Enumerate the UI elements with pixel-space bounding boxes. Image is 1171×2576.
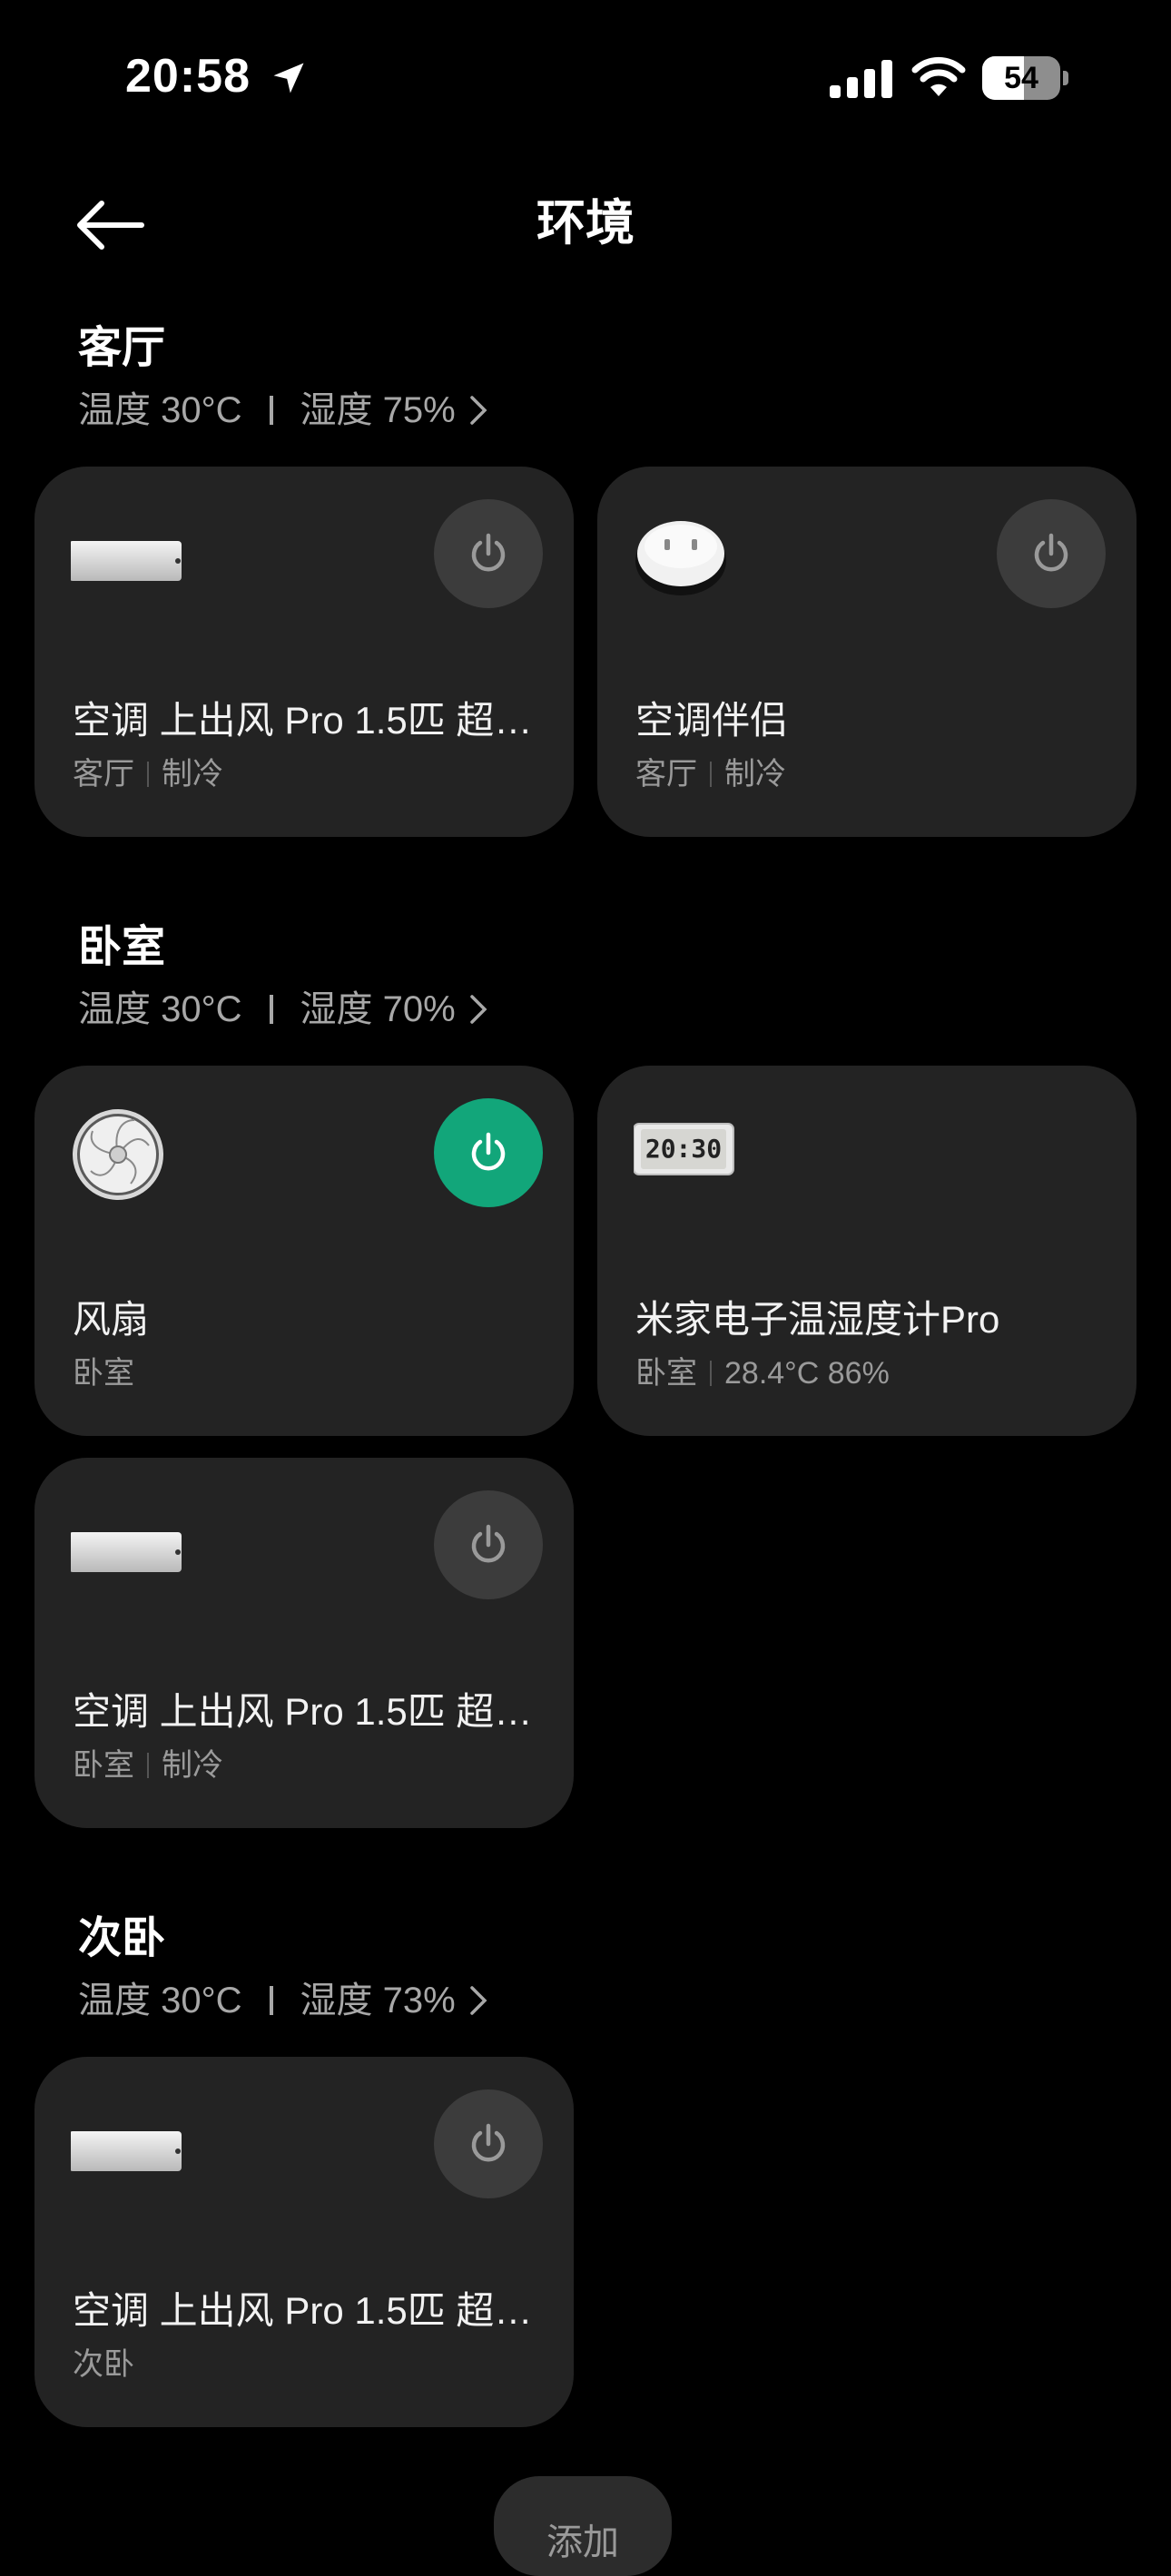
device-name: 风扇 — [73, 1298, 150, 1341]
thermometer-display-icon: 20:30 — [634, 1123, 734, 1175]
power-icon — [471, 1524, 506, 1563]
power-icon — [471, 2123, 506, 2162]
device-card-ac[interactable]: 空调 上出风 Pro 1.5匹 超一级能效 卧室制冷 — [34, 1458, 574, 1828]
room-temperature: 温度 30°C — [78, 989, 242, 1029]
room-temperature: 温度 30°C — [78, 1981, 242, 2020]
device-subtitle: 卧室 制冷 — [73, 1745, 223, 1786]
room-climate-summary[interactable]: 温度 30°C 湿度 73% — [78, 1973, 490, 2028]
device-subtitle: 卧室 28.4°C 86% — [635, 1352, 890, 1394]
device-card-ac[interactable]: 空调 上出风 Pro 1.5匹 超一级能效 次卧 — [34, 2057, 574, 2427]
device-status: 28.4°C 86% — [724, 1356, 890, 1391]
add-device-bubble[interactable]: 添加 — [494, 2476, 672, 2576]
device-room: 次卧 — [73, 2347, 134, 2382]
room-name: 客厅 — [78, 324, 166, 372]
chevron-right-icon — [469, 396, 487, 425]
battery-level: 54 — [1004, 61, 1038, 95]
room-humidity: 湿度 70% — [300, 989, 456, 1029]
fan-icon — [73, 1109, 163, 1200]
device-subtitle: 次卧 — [73, 2344, 134, 2385]
room-name: 次卧 — [78, 1914, 166, 1962]
page-title: 环境 — [536, 196, 635, 251]
device-name: 空调 上出风 Pro 1.5匹 超一级能效 — [73, 2289, 545, 2332]
chevron-right-icon — [469, 995, 487, 1024]
device-name: 空调伴侣 — [635, 699, 789, 742]
device-status: 制冷 — [162, 1748, 223, 1783]
device-subtitle: 卧室 — [73, 1352, 134, 1394]
room-climate-summary[interactable]: 温度 30°C 湿度 75% — [78, 383, 490, 438]
power-icon — [1034, 533, 1068, 572]
device-room: 卧室 — [635, 1356, 697, 1391]
power-icon — [471, 1132, 506, 1171]
wifi-icon — [911, 56, 966, 96]
device-subtitle: 客厅 制冷 — [635, 753, 786, 795]
device-status: 制冷 — [724, 757, 786, 791]
device-card-thermometer[interactable]: 20:30 米家电子温湿度计Pro 卧室 28.4°C 86% — [597, 1066, 1137, 1436]
air-conditioner-icon — [71, 2131, 182, 2171]
power-button[interactable] — [434, 1098, 543, 1207]
air-conditioner-icon — [71, 1532, 182, 1572]
device-room: 卧室 — [73, 1356, 134, 1391]
device-room: 卧室 — [73, 1748, 134, 1783]
add-device-label: 添加 — [546, 2522, 619, 2562]
power-button[interactable] — [997, 499, 1106, 608]
room-humidity: 湿度 73% — [300, 1981, 456, 2020]
cellular-signal-icon — [830, 60, 892, 98]
room-climate-summary[interactable]: 温度 30°C 湿度 70% — [78, 982, 490, 1037]
device-name: 空调 上出风 Pro 1.5匹 超一级能效 — [73, 1690, 545, 1733]
power-button[interactable] — [434, 2089, 543, 2198]
battery-icon: 54 — [982, 56, 1069, 100]
power-icon — [471, 533, 506, 572]
room-header-second-bedroom[interactable]: 次卧 温度 30°C 湿度 73% — [78, 1910, 490, 2028]
device-room: 客厅 — [635, 757, 697, 791]
device-card-ac[interactable]: 空调 上出风 Pro 1.5匹 超一级能效 客厅制冷 — [34, 467, 574, 837]
room-name: 卧室 — [78, 923, 166, 971]
status-bar: 20:58 54 — [0, 0, 1171, 154]
chevron-right-icon — [469, 1986, 487, 2015]
room-header-bedroom[interactable]: 卧室 温度 30°C 湿度 70% — [78, 919, 490, 1037]
room-header-living-room[interactable]: 客厅 温度 30°C 湿度 75% — [78, 320, 490, 438]
air-conditioner-icon — [71, 541, 182, 581]
power-button[interactable] — [434, 1490, 543, 1599]
location-arrow-icon — [273, 63, 304, 93]
room-temperature: 温度 30°C — [78, 390, 242, 430]
device-subtitle: 客厅 制冷 — [73, 753, 223, 795]
device-room: 客厅 — [73, 757, 134, 791]
ac-companion-plug-icon — [635, 521, 726, 595]
room-humidity: 湿度 75% — [300, 390, 456, 430]
device-name: 空调 上出风 Pro 1.5匹 超一级能效 — [73, 699, 545, 742]
power-button[interactable] — [434, 499, 543, 608]
thermometer-display-time: 20:30 — [645, 1134, 722, 1164]
clock: 20:58 — [125, 50, 251, 103]
device-status: 制冷 — [162, 757, 223, 791]
device-card-fan[interactable]: 风扇 卧室 — [34, 1066, 574, 1436]
device-name: 米家电子温湿度计Pro — [635, 1298, 1000, 1341]
device-card-ac-companion[interactable]: 空调伴侣 客厅 制冷 — [597, 467, 1137, 837]
